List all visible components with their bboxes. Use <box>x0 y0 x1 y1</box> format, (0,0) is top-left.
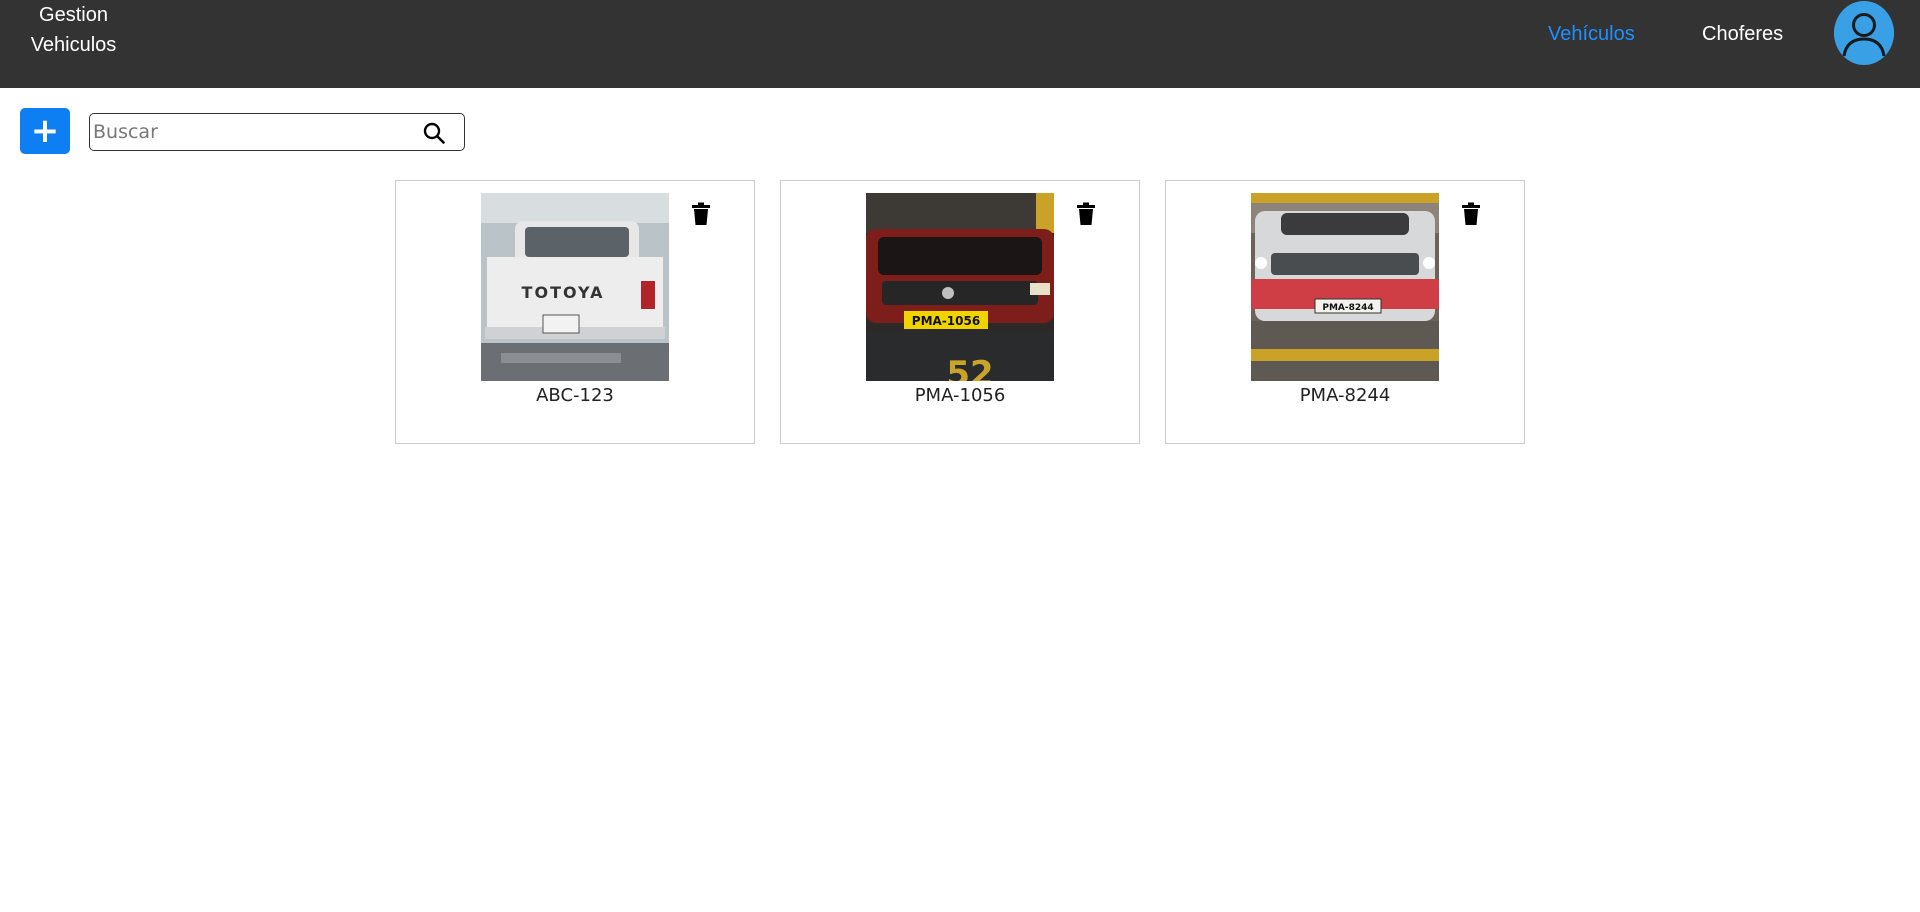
brand-title[interactable]: Gestion Vehiculos <box>20 0 127 60</box>
vehicle-photo[interactable]: PMA-1056 52 <box>866 193 1054 381</box>
trash-icon[interactable] <box>1461 202 1481 226</box>
user-avatar-icon[interactable] <box>1834 1 1894 65</box>
vehicle-photo[interactable]: PMA-8244 <box>1251 193 1439 381</box>
top-navbar: Gestion Vehiculos Vehículos Choferes <box>0 0 1920 88</box>
photo-plate-text: PMA-1056 <box>912 314 980 328</box>
photo-parking-number: 52 <box>946 354 993 381</box>
nav-link-choferes[interactable]: Choferes <box>1702 20 1783 48</box>
search-input[interactable] <box>92 116 412 148</box>
add-vehicle-button[interactable]: + <box>20 108 70 154</box>
vehicle-photo[interactable]: TOTOYA <box>481 193 669 381</box>
photo-tailgate-text: TOTOYA <box>522 283 605 302</box>
vehicle-card[interactable]: PMA-1056 52 PMA-1056 <box>780 180 1140 444</box>
photo-plate-text: PMA-8244 <box>1322 303 1373 313</box>
search-box <box>89 113 465 151</box>
brand-line-1: Gestion <box>39 4 108 26</box>
nav-link-vehiculos[interactable]: Vehículos <box>1548 20 1635 48</box>
vehicle-card[interactable]: PMA-8244 PMA-8244 <box>1165 180 1525 444</box>
vehicle-plate-label: PMA-8244 <box>1299 385 1391 406</box>
plus-icon: + <box>30 111 60 151</box>
trash-icon[interactable] <box>1076 202 1096 226</box>
vehicle-plate-label: ABC-123 <box>536 385 614 406</box>
vehicle-plate-label: PMA-1056 <box>914 385 1006 406</box>
vehicle-card[interactable]: TOTOYA ABC-123 <box>395 180 755 444</box>
brand-line-2: Vehiculos <box>30 34 117 56</box>
search-icon[interactable] <box>422 121 446 145</box>
trash-icon[interactable] <box>691 202 711 226</box>
